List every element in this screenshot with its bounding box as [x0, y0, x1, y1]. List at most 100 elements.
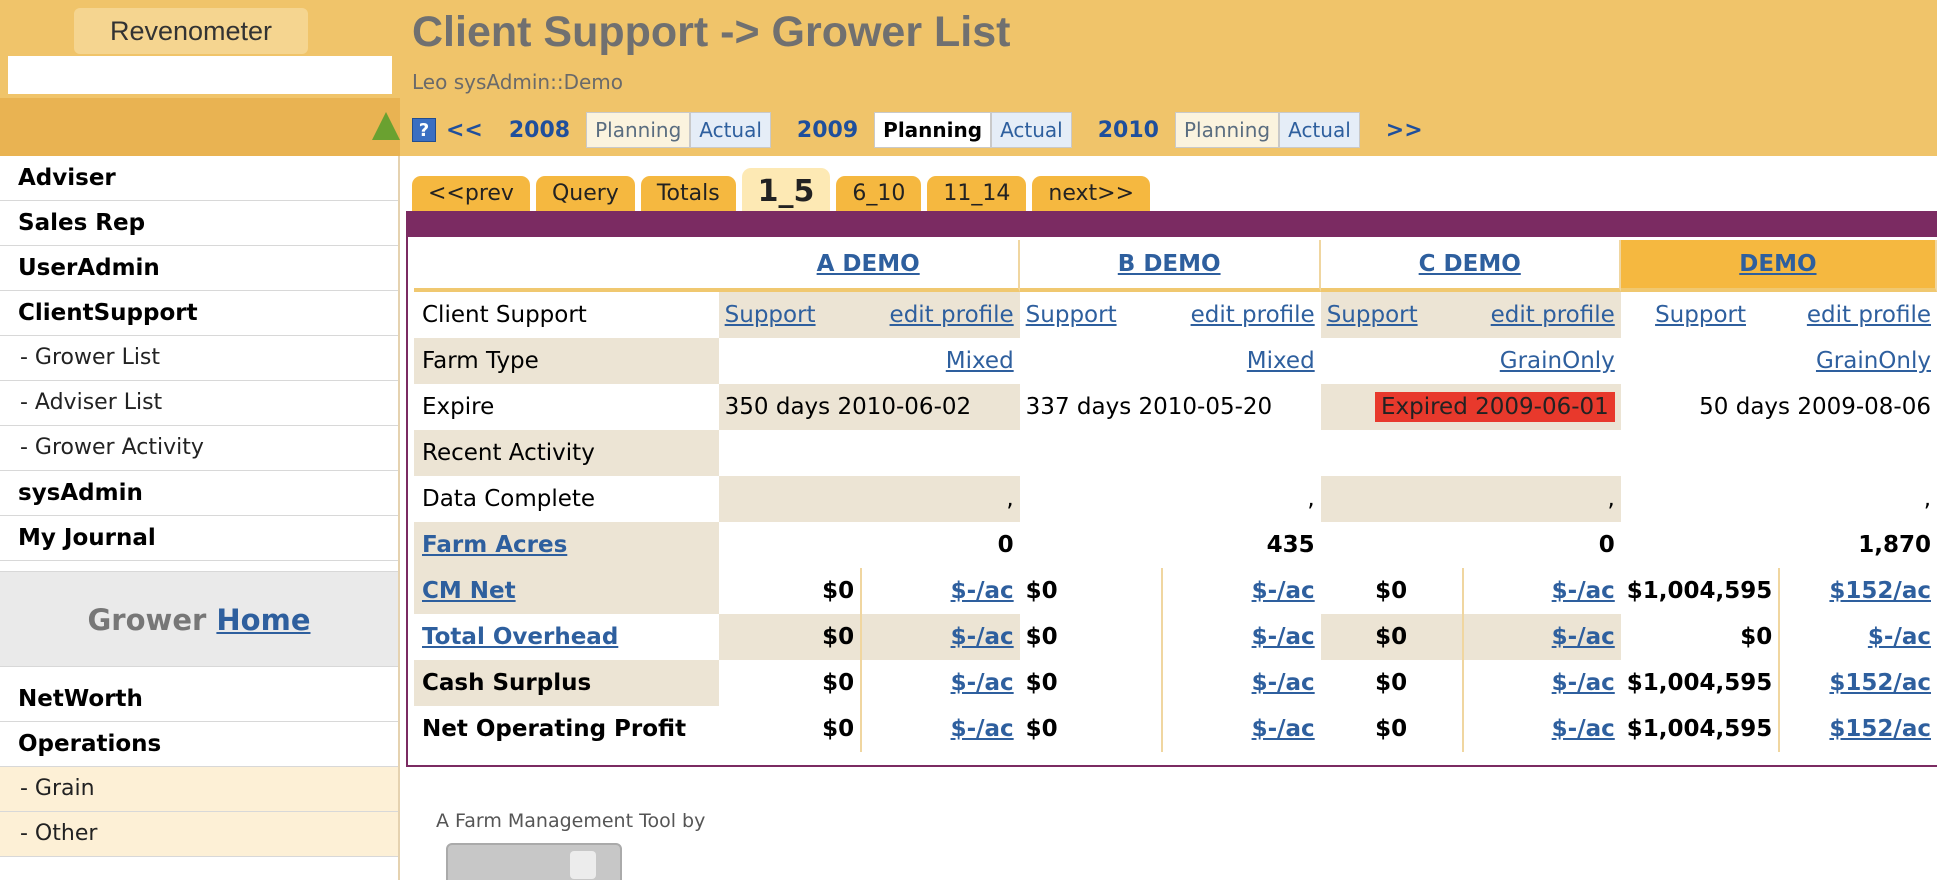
- money-cell: $0: [1320, 614, 1464, 660]
- grower-home-panel: Grower Home: [0, 571, 398, 667]
- footer-text: A Farm Management Tool by: [436, 810, 706, 832]
- acres-cell: 0: [997, 532, 1014, 558]
- per-acre-link[interactable]: $-/ac: [951, 716, 1014, 742]
- farm-type-cell: Mixed: [719, 338, 1020, 384]
- edit-profile-link[interactable]: edit profile: [1191, 302, 1315, 328]
- per-acre-link[interactable]: $-/ac: [951, 624, 1014, 650]
- support-link[interactable]: Support: [1655, 302, 1746, 328]
- actual-2010-button[interactable]: Actual: [1279, 112, 1360, 148]
- tab-1-5[interactable]: 1_5: [741, 168, 831, 212]
- per-acre-link[interactable]: $152/ac: [1829, 670, 1931, 696]
- tab-query[interactable]: Query: [535, 176, 635, 212]
- per-acre-link[interactable]: $-/ac: [1252, 670, 1315, 696]
- per-acre-link[interactable]: $-/ac: [1552, 670, 1615, 696]
- farm-type-link[interactable]: Mixed: [1247, 348, 1315, 374]
- help-icon[interactable]: ?: [412, 118, 436, 142]
- company-logo[interactable]: [446, 843, 622, 880]
- per-acre-cell: $152/ac: [1780, 568, 1937, 614]
- sidebar-item-grower-list[interactable]: - Grower List: [0, 336, 398, 381]
- sidebar-item-grower-activity[interactable]: - Grower Activity: [0, 426, 398, 471]
- farm-type-link[interactable]: GrainOnly: [1816, 348, 1931, 374]
- grower-header: B DEMO: [1019, 240, 1321, 292]
- planning-2008-button[interactable]: Planning: [586, 112, 691, 148]
- grower-link-a-demo[interactable]: A DEMO: [817, 251, 920, 277]
- edit-profile-link[interactable]: edit profile: [1807, 302, 1931, 328]
- support-link[interactable]: Support: [1327, 302, 1418, 328]
- sidebar-item-grain[interactable]: - Grain: [0, 767, 398, 812]
- farm-type-cell: GrainOnly: [1621, 338, 1937, 384]
- grower-link-b-demo[interactable]: B DEMO: [1118, 251, 1221, 277]
- per-acre-link[interactable]: $-/ac: [1252, 624, 1315, 650]
- brand-box: Revenometer: [0, 0, 400, 156]
- table-row: Net Operating Profit $0 $-/ac $0 $-/ac $…: [414, 706, 1937, 752]
- sidebar-item-other[interactable]: - Other: [0, 812, 398, 857]
- money-cell: $0: [1321, 706, 1464, 752]
- per-acre-link[interactable]: $-/ac: [1252, 578, 1315, 604]
- year-2009[interactable]: 2009: [797, 118, 858, 143]
- per-acre-cell: $-/ac: [862, 706, 1020, 752]
- per-acre-link[interactable]: $-/ac: [1552, 624, 1615, 650]
- edit-cell: edit profile: [862, 292, 1020, 338]
- sidebar-item-clientsupport[interactable]: ClientSupport: [0, 291, 398, 336]
- per-acre-cell: $-/ac: [1780, 614, 1937, 660]
- sidebar-item-networth[interactable]: NetWorth: [0, 677, 398, 722]
- cm-net-link[interactable]: CM Net: [422, 578, 516, 604]
- money-cell: $1,004,595: [1621, 660, 1781, 706]
- brand-search-input[interactable]: [8, 56, 392, 94]
- tab-totals[interactable]: Totals: [640, 176, 736, 212]
- per-acre-cell: $-/ac: [862, 568, 1020, 614]
- table-row: Data Complete , , , ,: [414, 476, 1937, 522]
- table-row: Cash Surplus $0 $-/ac $0 $-/ac $0 $-/ac …: [414, 660, 1937, 706]
- money-cell: $0: [719, 568, 863, 614]
- planning-2009-button[interactable]: Planning: [874, 112, 992, 148]
- header: Revenometer Client Support -> Grower Lis…: [0, 0, 1937, 156]
- edit-profile-link[interactable]: edit profile: [1491, 302, 1615, 328]
- per-acre-link[interactable]: $-/ac: [1868, 624, 1931, 650]
- brand-title[interactable]: Revenometer: [74, 8, 308, 54]
- per-acre-link[interactable]: $-/ac: [951, 670, 1014, 696]
- sidebar-item-operations[interactable]: Operations: [0, 722, 398, 767]
- sidebar-item-adviser[interactable]: Adviser: [0, 156, 398, 201]
- tab-6-10[interactable]: 6_10: [836, 176, 922, 212]
- sidebar-item-sysadmin[interactable]: sysAdmin: [0, 471, 398, 516]
- next-year-button[interactable]: >>: [1386, 118, 1423, 143]
- per-acre-link[interactable]: $152/ac: [1829, 716, 1931, 742]
- per-acre-cell: $152/ac: [1780, 660, 1937, 706]
- farm-type-link[interactable]: GrainOnly: [1500, 348, 1615, 374]
- sidebar-item-sales-rep[interactable]: Sales Rep: [0, 201, 398, 246]
- edit-profile-link[interactable]: edit profile: [890, 302, 1014, 328]
- edit-cell: edit profile: [1163, 292, 1321, 338]
- tab-next[interactable]: next>>: [1032, 176, 1151, 212]
- farm-type-cell: GrainOnly: [1321, 338, 1621, 384]
- data-complete-cell: ,: [1923, 486, 1931, 512]
- green-triangle-icon: [372, 112, 400, 140]
- sidebar-item-useradmin[interactable]: UserAdmin: [0, 246, 398, 291]
- expire-cell: Expired 2009-06-01: [1320, 384, 1621, 430]
- acres-cell: 1,870: [1858, 532, 1931, 558]
- tab-11-14[interactable]: 11_14: [927, 176, 1027, 212]
- year-2010[interactable]: 2010: [1098, 118, 1159, 143]
- farm-acres-link[interactable]: Farm Acres: [422, 532, 567, 558]
- farm-type-link[interactable]: Mixed: [946, 348, 1014, 374]
- per-acre-cell: $-/ac: [1464, 568, 1621, 614]
- total-overhead-link[interactable]: Total Overhead: [422, 624, 618, 650]
- prev-year-button[interactable]: <<: [446, 118, 483, 143]
- year-2008[interactable]: 2008: [509, 118, 570, 143]
- actual-2009-button[interactable]: Actual: [991, 112, 1072, 148]
- grower-home-link[interactable]: Home: [216, 603, 310, 637]
- per-acre-link[interactable]: $-/ac: [1252, 716, 1315, 742]
- actual-2008-button[interactable]: Actual: [690, 112, 771, 148]
- grower-link-demo[interactable]: DEMO: [1739, 251, 1816, 277]
- tab-prev[interactable]: <<prev: [412, 176, 530, 212]
- support-link[interactable]: Support: [1026, 302, 1117, 328]
- per-acre-link[interactable]: $152/ac: [1829, 578, 1931, 604]
- planning-2010-button[interactable]: Planning: [1174, 112, 1280, 148]
- per-acre-link[interactable]: $-/ac: [951, 578, 1014, 604]
- sidebar-item-my-journal[interactable]: My Journal: [0, 516, 398, 561]
- sidebar-item-adviser-list[interactable]: - Adviser List: [0, 381, 398, 426]
- per-acre-link[interactable]: $-/ac: [1552, 578, 1615, 604]
- support-link[interactable]: Support: [725, 302, 816, 328]
- per-acre-cell: $-/ac: [862, 660, 1020, 706]
- grower-link-c-demo[interactable]: C DEMO: [1419, 251, 1521, 277]
- per-acre-link[interactable]: $-/ac: [1552, 716, 1615, 742]
